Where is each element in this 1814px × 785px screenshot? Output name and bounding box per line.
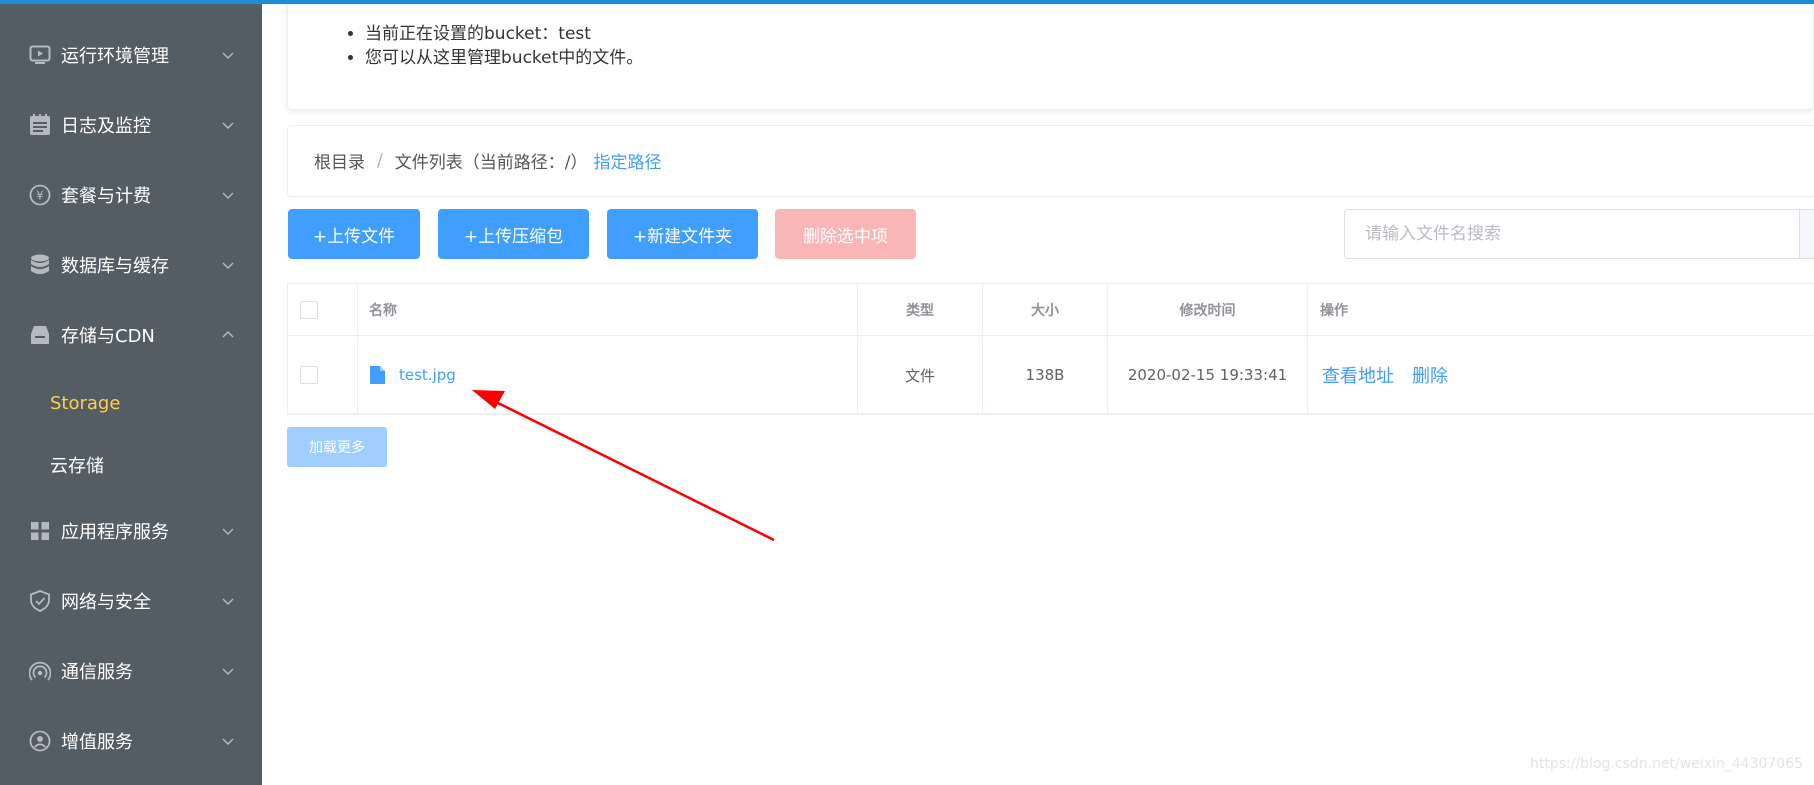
sidebar-item-label: 套餐与计费 — [61, 186, 151, 207]
header-select-cell — [288, 284, 358, 335]
chevron-down-icon — [222, 598, 234, 605]
storage-icon — [28, 323, 52, 347]
sidebar-item-label: 应用程序服务 — [61, 522, 169, 543]
shield-icon — [28, 589, 52, 613]
sidebar-item-billing[interactable]: ¥ 套餐与计费 — [0, 160, 262, 230]
file-icon — [370, 366, 385, 384]
breadcrumb: 根目录 / 文件列表（当前路径：/） 指定路径 — [314, 148, 661, 174]
sidebar-item-label: 日志及监控 — [61, 116, 151, 137]
header-modified[interactable]: 修改时间 — [1108, 284, 1308, 335]
sidebar-item-value-added[interactable]: 增值服务 — [0, 706, 262, 776]
sidebar-item-label: 存储与CDN — [61, 326, 155, 347]
sidebar-subitem-storage[interactable]: Storage — [0, 375, 262, 431]
chevron-down-icon — [222, 668, 234, 675]
log-icon — [28, 113, 52, 137]
database-icon — [28, 253, 52, 277]
view-address-link[interactable]: 查看地址 — [1322, 362, 1394, 388]
path-card: 根目录 / 文件列表（当前路径：/） 指定路径 — [287, 125, 1814, 197]
sidebar-subitem-label: Storage — [50, 392, 121, 414]
specify-path-link[interactable]: 指定路径 — [593, 148, 661, 173]
user-service-icon — [28, 729, 52, 753]
header-actions: 操作 — [1320, 302, 1348, 319]
breadcrumb-root[interactable]: 根目录 — [314, 148, 365, 173]
delete-link[interactable]: 删除 — [1412, 362, 1448, 388]
sidebar-item-label: 运行环境管理 — [61, 46, 169, 67]
search-button[interactable] — [1799, 210, 1814, 258]
row-checkbox[interactable] — [300, 366, 318, 384]
row-type: 文件 — [858, 337, 983, 413]
chevron-up-icon — [222, 331, 234, 338]
upload-zip-button[interactable]: +上传压缩包 — [438, 209, 589, 259]
sidebar-subitem-cloud-storage[interactable]: 云存储 — [0, 437, 262, 493]
row-name-cell: test.jpg — [358, 337, 858, 413]
sidebar-item-label: 数据库与缓存 — [61, 256, 169, 277]
tip-current-bucket: 当前正在设置的bucket：test — [365, 22, 643, 46]
sidebar-item-database[interactable]: 数据库与缓存 — [0, 230, 262, 300]
header-name[interactable]: 名称 — [358, 284, 858, 335]
sidebar-item-label: 通信服务 — [61, 662, 133, 683]
bucket-tips-card: 当前正在设置的bucket：test 您可以从这里管理bucket中的文件。 — [287, 0, 1814, 110]
chevron-down-icon — [222, 528, 234, 535]
select-all-checkbox[interactable] — [300, 300, 318, 319]
row-actions-cell: 查看地址 删除 — [1308, 337, 1814, 413]
upload-file-button[interactable]: +上传文件 — [288, 209, 420, 259]
delete-selected-button[interactable]: 删除选中项 — [775, 209, 916, 259]
chevron-down-icon — [222, 52, 234, 59]
row-size: 138B — [983, 337, 1108, 413]
svg-text:¥: ¥ — [36, 189, 44, 203]
sidebar-item-logs[interactable]: 日志及监控 — [0, 90, 262, 160]
sidebar: 运行环境管理 日志及监控 ¥ 套餐与计费 数据库与缓存 存储与CDN Stora… — [0, 0, 262, 785]
sidebar-item-runtime[interactable]: 运行环境管理 — [0, 20, 262, 90]
watermark: https://blog.csdn.net/weixin_44307065 — [1530, 756, 1804, 772]
new-folder-button[interactable]: +新建文件夹 — [607, 209, 758, 259]
file-table: 名称 类型 大小 修改时间 操作 test.jpg 文件 138B 2020-0… — [287, 283, 1814, 415]
file-name-link[interactable]: test.jpg — [399, 366, 456, 384]
sidebar-item-network-security[interactable]: 网络与安全 — [0, 566, 262, 636]
chevron-down-icon — [222, 738, 234, 745]
row-modified: 2020-02-15 19:33:41 — [1108, 337, 1308, 413]
yen-icon: ¥ — [28, 183, 52, 207]
signal-icon — [28, 659, 52, 683]
sidebar-subitem-label: 云存储 — [50, 456, 104, 477]
load-more-button[interactable]: 加载更多 — [287, 427, 387, 467]
top-accent-bar — [0, 0, 1814, 4]
chevron-down-icon — [222, 262, 234, 269]
header-type[interactable]: 类型 — [858, 284, 983, 335]
chevron-down-icon — [222, 192, 234, 199]
sidebar-item-label: 增值服务 — [61, 732, 133, 753]
file-search-input[interactable] — [1344, 209, 1814, 259]
tip-manage-files: 您可以从这里管理bucket中的文件。 — [365, 46, 643, 70]
sidebar-item-app-services[interactable]: 应用程序服务 — [0, 496, 262, 566]
tips-list: 当前正在设置的bucket：test 您可以从这里管理bucket中的文件。 — [365, 22, 643, 70]
sidebar-item-storage-cdn[interactable]: 存储与CDN — [0, 300, 262, 370]
apps-grid-icon — [28, 519, 52, 543]
breadcrumb-current: 文件列表（当前路径：/） — [394, 153, 588, 173]
monitor-icon — [28, 43, 52, 67]
breadcrumb-separator: / — [377, 150, 383, 171]
header-size[interactable]: 大小 — [983, 284, 1108, 335]
table-header: 名称 类型 大小 修改时间 操作 — [288, 284, 1814, 336]
row-select-cell — [288, 337, 358, 413]
sidebar-item-label: 网络与安全 — [61, 592, 151, 613]
chevron-down-icon — [222, 122, 234, 129]
table-row: test.jpg 文件 138B 2020-02-15 19:33:41 查看地… — [288, 337, 1814, 414]
sidebar-item-communication[interactable]: 通信服务 — [0, 636, 262, 706]
